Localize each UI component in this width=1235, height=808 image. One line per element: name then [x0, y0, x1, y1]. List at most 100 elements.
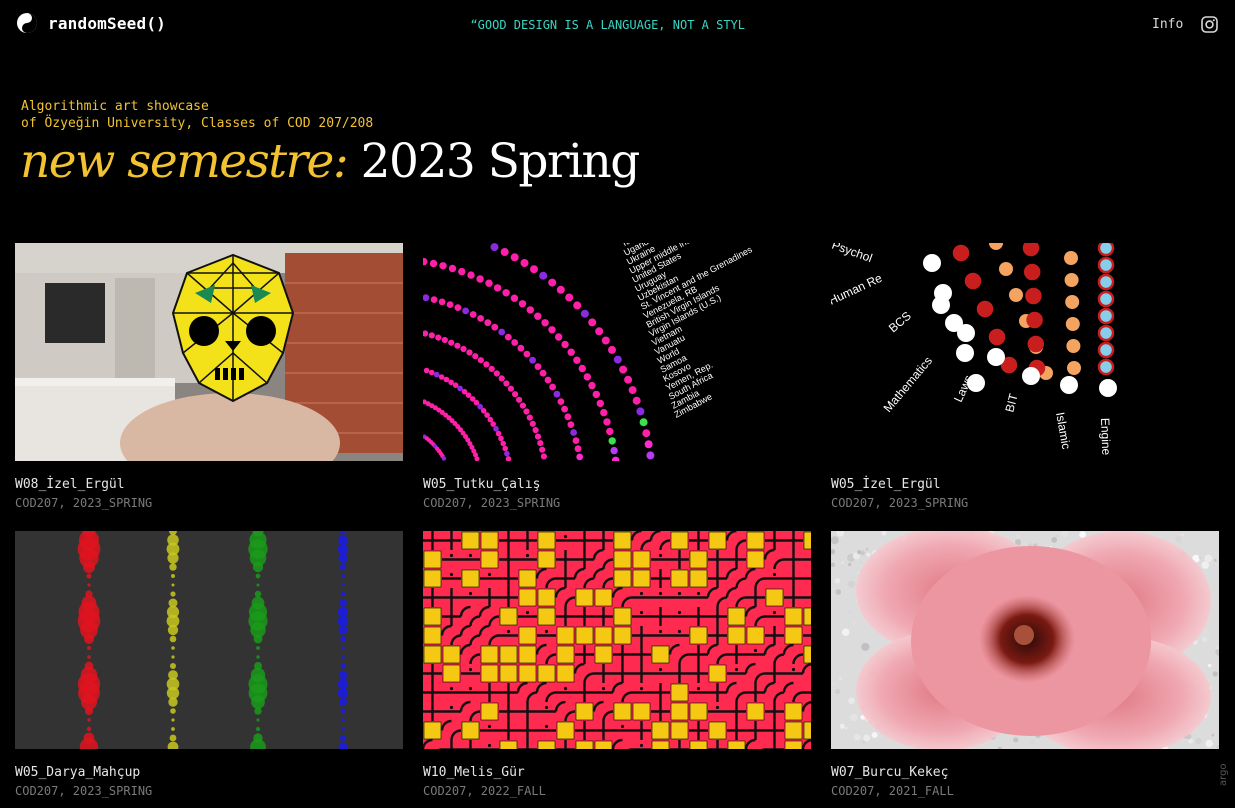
- arc-dot: [493, 370, 500, 377]
- department-dot: [1097, 324, 1115, 342]
- project-title[interactable]: W05_Darya_Mahçup: [15, 765, 403, 781]
- tile-dot: [696, 686, 701, 691]
- column-dot: [84, 634, 94, 644]
- column-dot: [337, 615, 349, 627]
- arc-dot: [588, 318, 597, 327]
- column-dot: [339, 599, 347, 607]
- tile: [423, 607, 442, 626]
- tile: [670, 683, 689, 702]
- arc-dot: [512, 391, 519, 398]
- arc-dot: [488, 365, 495, 372]
- project-thumbnail-flower[interactable]: [831, 531, 1219, 749]
- column-dot: [87, 718, 91, 722]
- tile: [594, 588, 613, 607]
- department-dot: [956, 344, 974, 362]
- cargo-badge[interactable]: argo: [1218, 763, 1229, 786]
- project-thumbnail-dot-columns[interactable]: [15, 531, 403, 749]
- department-dot: [964, 272, 982, 290]
- project-thumbnail-truchet[interactable]: [423, 531, 811, 749]
- speckle: [866, 552, 871, 557]
- tile: [518, 664, 537, 683]
- arc-dot: [601, 336, 610, 345]
- intro-line-1: Algorithmic art showcase: [21, 99, 209, 114]
- tile-dot: [563, 534, 568, 539]
- arc-dot: [557, 398, 565, 405]
- project-thumbnail-mask-portrait[interactable]: [15, 243, 403, 461]
- tile: [575, 740, 594, 749]
- project-title[interactable]: W05_Tutku_Çalış: [423, 477, 811, 493]
- tile: [746, 702, 765, 721]
- speckle: [834, 688, 841, 695]
- column-dot: [337, 678, 349, 690]
- tile: [784, 702, 803, 721]
- project-card[interactable]: W05_Darya_Mahçup COD207, 2023_SPRING: [15, 531, 403, 798]
- arc-dot: [498, 375, 505, 382]
- department-dot: [1097, 256, 1115, 274]
- tile: [423, 569, 442, 588]
- tile-dot: [525, 610, 530, 615]
- project-title[interactable]: W05_İzel_Ergül: [831, 477, 1219, 493]
- tile-dot: [791, 667, 796, 672]
- arc-dot: [483, 361, 490, 368]
- pink-flower-image: [831, 531, 1219, 749]
- arc-dot: [567, 421, 575, 428]
- project-title[interactable]: W10_Melis_Gür: [423, 765, 811, 781]
- speckle: [1181, 533, 1184, 536]
- column-dot: [256, 718, 260, 722]
- tile: [556, 721, 575, 740]
- column-dot: [171, 583, 175, 587]
- tile: [613, 550, 632, 569]
- department-dot: [1065, 295, 1080, 309]
- tile: [423, 645, 442, 664]
- tile: [689, 550, 708, 569]
- project-card[interactable]: W07_Burcu_Kekeç COD207, 2021_FALL: [831, 531, 1219, 798]
- info-link[interactable]: Info: [1152, 17, 1183, 32]
- arc-dot: [495, 430, 502, 437]
- arc-dot: [646, 451, 655, 460]
- tile-dot: [658, 629, 663, 634]
- arc-dot: [493, 426, 499, 432]
- arc-dot: [580, 309, 589, 318]
- arc-dot: [504, 450, 510, 457]
- arc-dot: [588, 381, 596, 390]
- tile: [708, 721, 727, 740]
- tile: [765, 588, 784, 607]
- tile-dot: [449, 705, 454, 710]
- project-thumbnail-arcs[interactable]: TanzUgandaUkraineUpper middle incUnited …: [423, 243, 811, 461]
- speckle: [1205, 739, 1213, 748]
- tile-dot: [753, 648, 758, 653]
- arc-dot: [510, 253, 519, 262]
- arc-dot: [446, 301, 454, 308]
- tile: [461, 569, 480, 588]
- arc-dot: [636, 407, 645, 416]
- column-dot: [256, 655, 260, 659]
- tile: [613, 531, 632, 550]
- tile-dot: [487, 572, 492, 577]
- project-card[interactable]: W08_İzel_Ergül COD207, 2023_SPRING: [15, 243, 403, 510]
- tile: [784, 626, 803, 645]
- speckle: [1175, 535, 1183, 543]
- column-dot: [337, 543, 349, 555]
- speckle: [1188, 738, 1194, 744]
- arc-dot: [553, 390, 561, 398]
- arc-dot: [485, 279, 493, 287]
- project-card[interactable]: Psychol Human Re BCS Mathematics Laws BIT Isla…: [831, 243, 1219, 510]
- column-dot: [170, 663, 176, 669]
- departments-dots-image: PsycholHuman ReBCSMathematics Laws BITIsla…: [831, 243, 1219, 461]
- project-thumbnail-departments[interactable]: Psychol Human Re BCS Mathematics Laws BIT Isla…: [831, 243, 1219, 461]
- project-card[interactable]: TanzUgandaUkraineUpper middle incUnited …: [423, 243, 811, 510]
- arc-dot: [642, 429, 651, 438]
- tile: [784, 721, 803, 740]
- arc-dot: [529, 420, 536, 427]
- arc-dot: [613, 355, 622, 364]
- arc-dot: [438, 374, 445, 380]
- instagram-icon[interactable]: [1201, 16, 1218, 33]
- department-dot: [987, 348, 1005, 366]
- project-meta: COD207, 2023_SPRING: [15, 496, 153, 510]
- project-title[interactable]: W08_İzel_Ergül: [15, 477, 403, 493]
- site-logo[interactable]: randomSeed(): [16, 12, 166, 34]
- project-title[interactable]: W07_Burcu_Kekeç: [831, 765, 1219, 781]
- department-dot: [999, 262, 1013, 276]
- tile-dot: [449, 686, 454, 691]
- project-card[interactable]: W10_Melis_Gür COD207, 2022_FALL: [423, 531, 811, 798]
